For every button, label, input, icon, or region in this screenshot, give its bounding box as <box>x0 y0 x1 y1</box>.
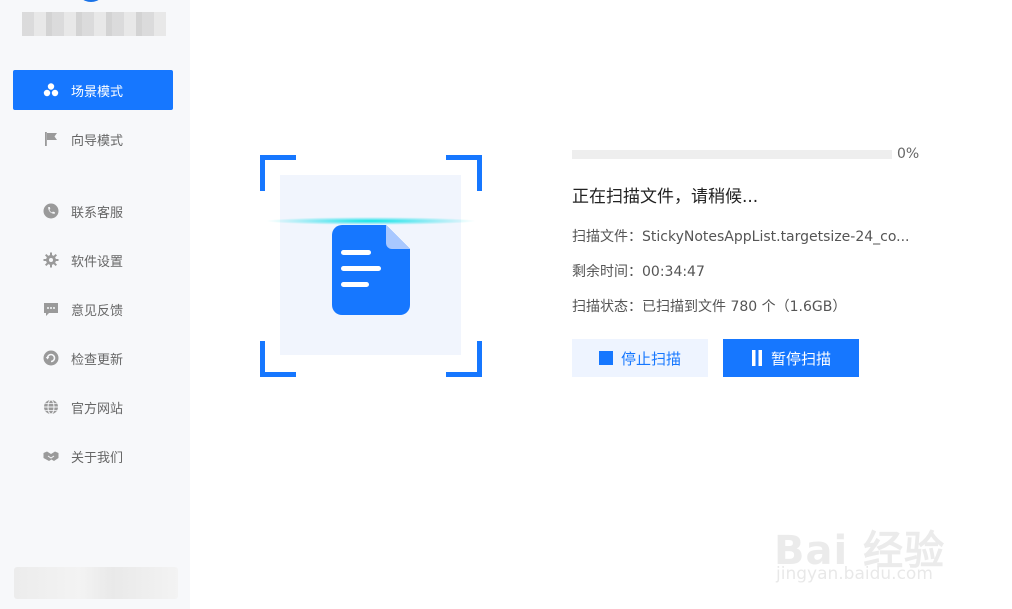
phone-icon <box>43 203 59 219</box>
progress-row: 0% <box>572 145 972 163</box>
stop-scan-button[interactable]: 停止扫描 <box>572 339 708 377</box>
sidebar-item-label: 意见反馈 <box>71 303 124 319</box>
sidebar-item-label: 检查更新 <box>71 352 124 368</box>
sidebar-item-label: 软件设置 <box>71 254 124 270</box>
remaining-time-line: 剩余时间：00:34:47 <box>572 264 705 280</box>
globe-icon <box>43 399 59 415</box>
sidebar-item-label: 场景模式 <box>71 84 124 100</box>
sidebar-item-label: 关于我们 <box>71 450 124 466</box>
watermark-url: jingyan.baidu.com <box>776 564 933 584</box>
stop-scan-label: 停止扫描 <box>620 349 681 368</box>
stop-icon <box>598 351 613 365</box>
sidebar-item-guide-mode[interactable]: 向导模式 <box>13 119 173 159</box>
scan-file-line: 扫描文件：StickyNotesAppList.targetsize-24_co… <box>572 229 910 245</box>
chat-icon <box>43 301 59 317</box>
app-window: 场景模式 向导模式 联系客服 软件设置 意见反馈 检查更新 官方网站 关于我们 … <box>0 0 1012 609</box>
refresh-icon <box>43 350 59 366</box>
sidebar-item-settings[interactable]: 软件设置 <box>13 240 173 280</box>
sidebar-item-contact-support[interactable]: 联系客服 <box>13 191 173 231</box>
baidu-jingyan-watermark: Bai 经验 jingyan.baidu.com <box>774 500 974 595</box>
sidebar-item-about-us[interactable]: 关于我们 <box>13 436 173 476</box>
progress-bar <box>572 149 892 159</box>
sidebar-nav: 场景模式 向导模式 联系客服 软件设置 意见反馈 检查更新 官方网站 关于我们 <box>13 70 173 476</box>
scan-state-line: 扫描状态：已扫描到文件 780 个（1.6GB） <box>572 299 847 315</box>
scan-status-title: 正在扫描文件，请稍候... <box>572 187 759 207</box>
blurred-footer-info <box>14 567 178 599</box>
sidebar-item-scene-mode[interactable]: 场景模式 <box>13 70 173 110</box>
sidebar: 场景模式 向导模式 联系客服 软件设置 意见反馈 检查更新 官方网站 关于我们 <box>0 0 190 609</box>
sidebar-item-label: 联系客服 <box>71 205 124 221</box>
blurred-app-name <box>22 12 166 36</box>
gear-icon <box>43 252 59 268</box>
scan-illustration <box>260 155 482 377</box>
scan-actions: 停止扫描 暂停扫描 <box>572 339 972 377</box>
handshake-icon <box>43 448 59 464</box>
sidebar-item-official-site[interactable]: 官方网站 <box>13 387 173 427</box>
sidebar-item-feedback[interactable]: 意见反馈 <box>13 289 173 329</box>
scan-line <box>265 217 477 225</box>
sidebar-item-check-update[interactable]: 检查更新 <box>13 338 173 378</box>
pause-scan-button[interactable]: 暂停扫描 <box>723 339 859 377</box>
app-logo <box>76 0 106 2</box>
pause-scan-label: 暂停扫描 <box>770 349 831 368</box>
pause-icon <box>751 350 763 366</box>
apps-icon <box>43 82 59 98</box>
document-icon <box>332 225 410 315</box>
sidebar-item-label: 向导模式 <box>71 133 124 149</box>
flag-icon <box>43 131 59 147</box>
sidebar-item-label: 官方网站 <box>71 401 124 417</box>
progress-percent: 0% <box>897 146 920 162</box>
scan-status-panel: 0% 正在扫描文件，请稍候... 扫描文件：StickyNotesAppList… <box>572 145 972 377</box>
